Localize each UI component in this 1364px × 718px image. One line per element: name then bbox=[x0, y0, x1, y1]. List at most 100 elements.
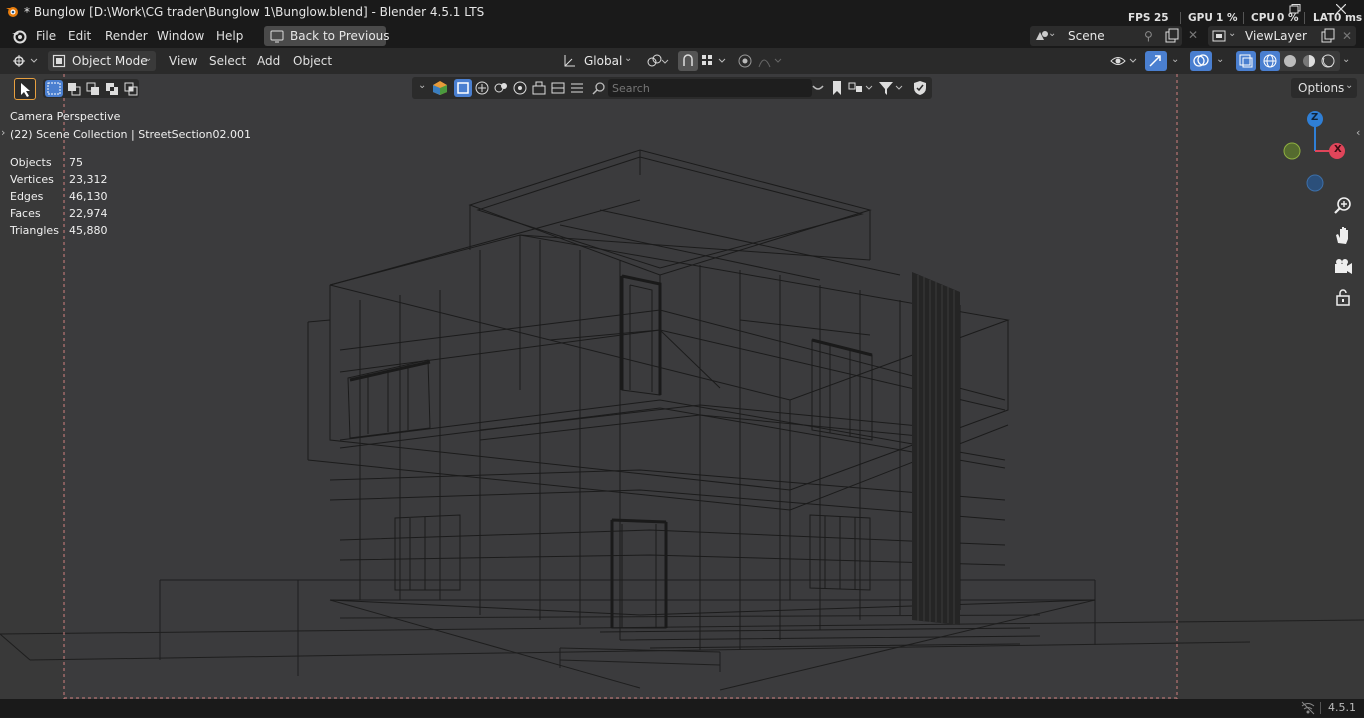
filter-curve-icon[interactable] bbox=[474, 80, 490, 96]
status-bar: 4.5.1 bbox=[0, 699, 1364, 717]
stat-value: 22,974 bbox=[69, 207, 108, 220]
stat-label: Edges bbox=[10, 190, 44, 203]
divider bbox=[1304, 12, 1305, 24]
divider bbox=[1243, 12, 1244, 24]
pivot-icon[interactable] bbox=[646, 54, 670, 68]
new-scene-icon[interactable] bbox=[1164, 28, 1180, 44]
orientation-icon bbox=[562, 54, 576, 68]
stat-value: 23,312 bbox=[69, 173, 108, 186]
visibility-icon[interactable] bbox=[1110, 53, 1142, 69]
remove-view-layer-icon[interactable]: ✕ bbox=[1342, 29, 1352, 43]
menu-add[interactable]: Add bbox=[257, 54, 280, 68]
screen-icon bbox=[270, 29, 284, 43]
options-label: Options bbox=[1298, 81, 1345, 95]
object-color-icon[interactable] bbox=[432, 80, 448, 96]
back-to-previous-label: Back to Previous bbox=[290, 29, 390, 43]
chevron-down-icon[interactable]: ⌄ bbox=[1216, 54, 1224, 65]
menu-view[interactable]: View bbox=[169, 54, 197, 68]
overlay-toggle-icon[interactable] bbox=[1190, 51, 1212, 71]
falloff-icon[interactable] bbox=[758, 53, 786, 69]
search-icon bbox=[592, 81, 606, 95]
gizmo-z-label: Z bbox=[1311, 112, 1319, 123]
view-layer-selector[interactable]: ⌄ ViewLayer ✕ bbox=[1208, 26, 1356, 46]
wireframe-shading-icon[interactable] bbox=[1260, 51, 1280, 71]
filter-camera-icon[interactable] bbox=[531, 80, 547, 96]
divider bbox=[1180, 12, 1181, 24]
maximize-icon[interactable] bbox=[1289, 3, 1301, 14]
menu-window[interactable]: Window bbox=[157, 29, 204, 43]
3d-viewport[interactable]: ⌄ Search Options ⌄ ‹ › Camera Perspectiv… bbox=[0, 74, 1364, 699]
pin-icon[interactable]: ⚲ bbox=[1144, 29, 1153, 43]
menu-edit[interactable]: Edit bbox=[68, 29, 91, 43]
chevron-down-icon: ⌄ bbox=[1048, 28, 1057, 39]
view-layer-icon bbox=[1212, 29, 1228, 43]
material-shading-icon[interactable] bbox=[1301, 53, 1317, 69]
chevron-down-icon: ⌄ bbox=[624, 53, 633, 64]
new-view-layer-icon[interactable] bbox=[1320, 28, 1336, 44]
filter-light-icon[interactable] bbox=[493, 80, 509, 96]
lock-icon[interactable] bbox=[1330, 284, 1356, 310]
select-subtract-icon[interactable] bbox=[84, 80, 102, 97]
remove-scene-icon[interactable]: ✕ bbox=[1188, 28, 1198, 42]
select-extend-icon[interactable] bbox=[65, 80, 83, 97]
rendered-shading-icon[interactable] bbox=[1320, 53, 1336, 69]
orientation-selector[interactable]: Global ⌄ bbox=[560, 51, 636, 71]
mode-selector[interactable]: Object Mode ⌄ bbox=[48, 51, 156, 71]
options-button[interactable]: Options ⌄ bbox=[1291, 78, 1357, 98]
chevron-down-icon: ⌄ bbox=[144, 53, 153, 64]
close-icon[interactable] bbox=[1335, 3, 1347, 15]
menu-render[interactable]: Render bbox=[105, 29, 148, 43]
shield-icon[interactable] bbox=[912, 80, 928, 96]
version-label: 4.5.1 bbox=[1328, 701, 1356, 714]
divider bbox=[1320, 702, 1321, 714]
orientation-label: Global bbox=[584, 54, 623, 68]
network-icon bbox=[1300, 701, 1316, 715]
wireframe-scene bbox=[0, 74, 1364, 699]
filter-mesh-icon[interactable] bbox=[454, 79, 472, 97]
stat-value: 75 bbox=[69, 156, 83, 169]
selection-mode-group bbox=[43, 79, 139, 98]
gpu-value: 1 % bbox=[1216, 12, 1238, 24]
menu-object[interactable]: Object bbox=[293, 54, 332, 68]
xray-toggle-icon[interactable] bbox=[1236, 51, 1256, 71]
fps-label: FPS bbox=[1128, 12, 1151, 24]
hand-icon[interactable] bbox=[1330, 223, 1356, 249]
blender-menu-icon[interactable] bbox=[11, 28, 27, 44]
chevron-down-icon[interactable]: ⌄ bbox=[418, 80, 426, 91]
collapse-icon[interactable] bbox=[810, 80, 826, 96]
display-mode-icon[interactable] bbox=[848, 80, 876, 96]
select-invert-icon[interactable] bbox=[103, 80, 121, 97]
snap-target-icon[interactable] bbox=[700, 53, 730, 69]
select-new-icon[interactable] bbox=[45, 80, 63, 97]
snap-toggle-icon[interactable] bbox=[678, 51, 698, 71]
select-intersect-icon[interactable] bbox=[122, 80, 140, 97]
filter-icon[interactable] bbox=[878, 80, 906, 96]
bookmark-icon[interactable] bbox=[830, 80, 844, 96]
filter-armature-icon[interactable] bbox=[550, 80, 566, 96]
menu-file[interactable]: File bbox=[36, 29, 56, 43]
gizmo-toggle-icon[interactable] bbox=[1145, 51, 1167, 71]
chevron-right-icon[interactable]: › bbox=[1, 126, 5, 139]
solid-shading-icon[interactable] bbox=[1282, 53, 1298, 69]
view-layer-name: ViewLayer bbox=[1245, 29, 1307, 43]
zoom-icon[interactable] bbox=[1330, 193, 1356, 219]
chevron-down-icon[interactable]: ⌄ bbox=[1342, 54, 1350, 65]
scene-selector[interactable]: ⌄ Scene ⚲ bbox=[1030, 26, 1182, 46]
search-input[interactable] bbox=[608, 79, 812, 97]
filter-other-icon[interactable] bbox=[569, 80, 585, 96]
filter-empty-icon[interactable] bbox=[512, 80, 528, 96]
chevron-down-icon[interactable]: ⌄ bbox=[1171, 54, 1179, 65]
gizmo-x-label: X bbox=[1334, 144, 1342, 155]
menu-help[interactable]: Help bbox=[216, 29, 243, 43]
scene-name: Scene bbox=[1068, 29, 1105, 43]
navigation-gizmo[interactable] bbox=[1278, 108, 1364, 194]
back-to-previous-button[interactable]: Back to Previous bbox=[264, 26, 390, 46]
viewport-filter-bar: ⌄ bbox=[412, 77, 932, 99]
proportional-edit-icon[interactable] bbox=[737, 53, 753, 69]
camera-icon[interactable] bbox=[1330, 254, 1356, 280]
select-tool-icon[interactable] bbox=[14, 78, 36, 100]
editor-type-icon[interactable] bbox=[12, 53, 40, 69]
stat-label: Faces bbox=[10, 207, 41, 220]
stat-label: Objects bbox=[10, 156, 52, 169]
menu-select[interactable]: Select bbox=[209, 54, 246, 68]
